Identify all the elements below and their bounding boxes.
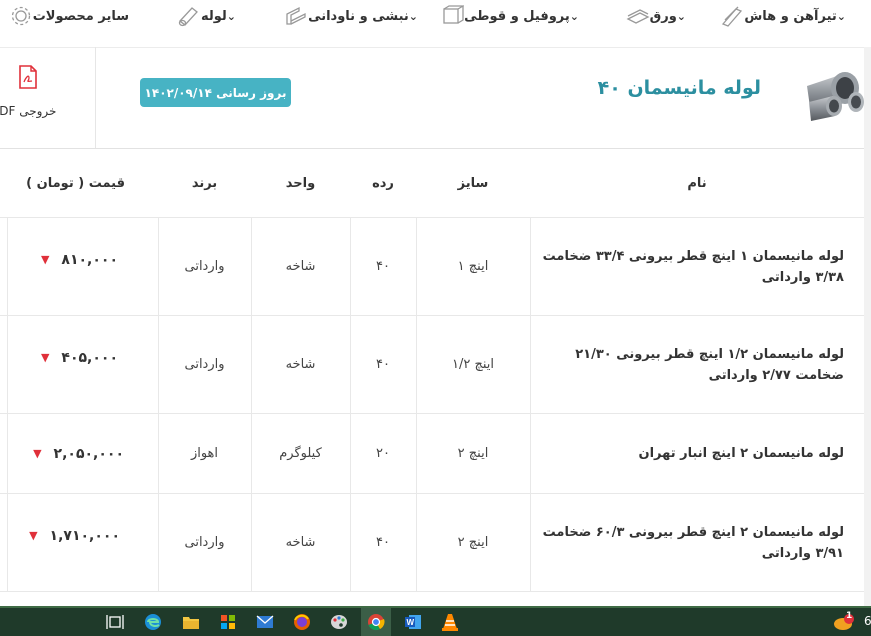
nav-item-sheet[interactable]: ورق ⌄ [620, 0, 691, 32]
column-header-unit: واحد [285, 175, 316, 191]
product-size: ۲ اینچ [457, 535, 489, 550]
product-brand: اهواز [190, 446, 219, 461]
product-price: ۲,۰۵۰,۰۰۰ [53, 445, 124, 462]
product-grade: ۲۰ [376, 446, 390, 461]
price-down-icon: ▼ [29, 529, 38, 542]
column-header-size: سایز [457, 175, 489, 191]
product-grade: ۴۰ [376, 357, 390, 372]
price-cell: ▼ ۴۰۵,۰۰۰ [8, 302, 158, 413]
product-name[interactable]: لوله مانیسمان ۲ اینچ انبار تهران [530, 414, 864, 493]
product-size: ۱/۲ اینچ [451, 357, 495, 372]
product-size: ۱ اینچ [457, 259, 489, 274]
product-name[interactable]: لوله مانیسمان ۱ اینچ قطر بیرونی ۳۳/۴ ضخا… [530, 218, 864, 315]
product-name[interactable]: لوله مانیسمان ۱/۲ اینچ قطر بیرونی ۲۱/۳۰ … [530, 316, 864, 413]
nav-label: نبشی و ناودانی [308, 8, 409, 24]
nav-item-other-products[interactable]: سایر محصولات [3, 0, 129, 32]
nav-item-angle[interactable]: نبشی و ناودانی ⌄ [278, 0, 423, 32]
pdf-export-label[interactable]: خروجی PDF [0, 104, 56, 118]
page-title: لوله مانیسمان ۴۰ [597, 77, 761, 99]
firefox-icon[interactable] [287, 608, 317, 636]
profile-icon [443, 5, 465, 24]
product-unit: شاخه [285, 535, 316, 550]
price-down-icon: ▼ [40, 253, 50, 266]
column-header-grade: رده [372, 175, 394, 191]
chevron-down-icon: ⌄ [226, 9, 236, 23]
nav-label: سایر محصولات [32, 8, 129, 24]
nav-label: ورق [649, 8, 677, 24]
export-panel [0, 47, 96, 148]
column-header-brand: برند [191, 175, 218, 191]
product-grade: ۴۰ [376, 259, 390, 274]
top-navigation: تیرآهن و هاش ⌄ ورق ⌄ پروفیل و قوطی ⌄ نبش… [0, 0, 871, 48]
sheet-icon [626, 9, 650, 24]
price-cell: ▼ ۸۱۰,۰۰۰ [8, 204, 158, 315]
chevron-down-icon: ⌄ [836, 9, 846, 23]
chevron-down-icon: ⌄ [569, 9, 579, 23]
word-icon[interactable]: W [398, 608, 428, 636]
pipe-product-image [807, 72, 864, 121]
file-explorer-icon[interactable] [176, 608, 206, 636]
nav-item-profile[interactable]: پروفیل و قوطی ⌄ [434, 0, 584, 32]
product-unit: شاخه [285, 357, 316, 372]
edge-icon[interactable] [138, 608, 168, 636]
notification-count: 1 [846, 611, 853, 621]
product-brand: وارداتی [184, 535, 225, 550]
nav-label: لوله [200, 8, 227, 24]
product-brand: وارداتی [184, 259, 225, 274]
product-unit: شاخه [285, 259, 316, 274]
page-edge [864, 47, 871, 607]
table-row[interactable]: لوله مانیسمان ۲ اینچ قطر بیرونی ۶۰/۳ ضخا… [0, 494, 864, 592]
price-table: نام سایز رده واحد برند قیمت ( تومان ) لو… [0, 148, 864, 592]
task-view-icon[interactable] [100, 608, 130, 636]
price-cell: ▼ ۱,۷۱۰,۰۰۰ [8, 480, 158, 591]
pipe-icon [178, 7, 198, 27]
nav-label: تیرآهن و هاش [744, 8, 837, 24]
store-icon[interactable] [213, 608, 243, 636]
column-header-name: نام [687, 175, 707, 191]
product-name[interactable]: لوله مانیسمان ۲ اینچ قطر بیرونی ۶۰/۳ ضخا… [530, 494, 864, 591]
nav-item-beams[interactable]: تیرآهن و هاش ⌄ [714, 0, 851, 32]
nav-label: پروفیل و قوطی [464, 8, 570, 24]
price-down-icon: ▼ [33, 447, 42, 460]
nav-item-pipe[interactable]: لوله ⌄ [171, 0, 241, 32]
product-price: ۱,۷۱۰,۰۰۰ [49, 527, 120, 544]
product-price: ۸۱۰,۰۰۰ [61, 251, 118, 268]
mail-icon[interactable] [250, 608, 280, 636]
product-unit: کیلوگرم [279, 446, 322, 461]
notification-icon[interactable]: 1 [829, 608, 859, 636]
price-down-icon: ▼ [40, 351, 50, 364]
taskbar-edge-text: 6 [864, 614, 871, 628]
chevron-down-icon: ⌄ [408, 9, 418, 23]
chevron-down-icon: ⌄ [676, 9, 686, 23]
update-date-badge: بروز رسانی ۱۴۰۲/۰۹/۱۴ [140, 78, 291, 107]
svg-text:W: W [407, 618, 415, 627]
angle-icon [286, 6, 306, 25]
table-row[interactable]: لوله مانیسمان ۱/۲ اینچ قطر بیرونی ۲۱/۳۰ … [0, 316, 864, 414]
chrome-icon[interactable] [361, 608, 391, 636]
gear-icon [11, 6, 30, 26]
vlc-icon[interactable] [435, 608, 465, 636]
product-grade: ۴۰ [376, 535, 390, 550]
product-price: ۴۰۵,۰۰۰ [61, 349, 118, 366]
beam-icon [722, 6, 743, 27]
paint-icon[interactable] [324, 608, 354, 636]
product-size: ۲ اینچ [457, 446, 489, 461]
product-brand: وارداتی [184, 357, 225, 372]
pdf-icon[interactable] [18, 65, 38, 89]
